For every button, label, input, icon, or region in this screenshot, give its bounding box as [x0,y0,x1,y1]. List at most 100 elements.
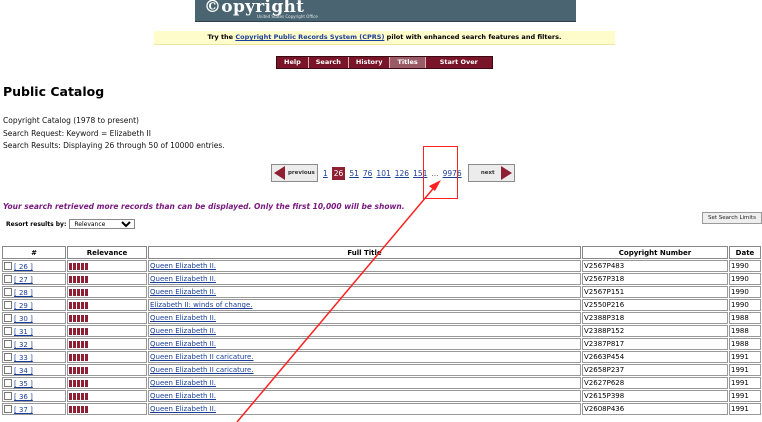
nav-history[interactable]: History [349,57,391,68]
row-title-link[interactable]: Queen Elizabeth II. [150,405,216,413]
row-checkbox[interactable] [4,300,12,309]
relevance-bars [69,262,88,270]
row-checkbox[interactable] [4,339,12,348]
table-row: [ 26 ] Queen Elizabeth II. V2567P483 1990 [2,260,761,272]
row-title-link[interactable]: Queen Elizabeth II. [150,340,216,348]
row-number-link[interactable]: [ 35 ] [14,380,33,388]
row-checkbox[interactable] [4,352,12,361]
row-number-link[interactable]: [ 36 ] [14,393,33,401]
row-title-link[interactable]: Queen Elizabeth II. [150,379,216,387]
row-copyright-number: V2567P151 [582,286,728,298]
page-link-1[interactable]: 1 [323,169,328,178]
page-link-current: 26 [331,166,346,180]
row-title-link[interactable]: Queen Elizabeth II. [150,327,216,335]
row-number-link[interactable]: [ 28 ] [14,289,33,297]
row-number-cell: [ 31 ] [2,325,66,337]
row-relevance [67,260,147,272]
relevance-bars [69,275,88,283]
row-number-link[interactable]: [ 30 ] [14,315,33,323]
row-title-link[interactable]: Queen Elizabeth II caricature. [150,366,254,374]
relevance-bars [69,314,88,322]
row-title-link[interactable]: Queen Elizabeth II caricature. [150,353,254,361]
row-title-cell: Queen Elizabeth II. [148,390,581,402]
row-copyright-number: V2615P398 [582,390,728,402]
table-row: [ 34 ] Queen Elizabeth II caricature. V265… [2,364,761,376]
row-title-cell: Queen Elizabeth II. [148,403,581,415]
row-copyright-number: V2387P817 [582,338,728,350]
previous-button[interactable]: previous [271,164,318,182]
relevance-bars [69,379,88,387]
page-link-101[interactable]: 101 [376,169,390,178]
row-number-link[interactable]: [ 32 ] [14,341,33,349]
nav-start-over[interactable]: Start Over [426,57,492,68]
row-relevance [67,325,147,337]
row-copyright-number: V2608P436 [582,403,728,415]
nav-search[interactable]: Search [309,57,349,68]
row-copyright-number: V2388P152 [582,325,728,337]
search-meta: Copyright Catalog (1978 to present) Sear… [3,115,225,153]
relevance-bars [69,353,88,361]
row-relevance [67,364,147,376]
row-date: 1990 [729,299,761,311]
table-row: [ 36 ] Queen Elizabeth II. V2615P398 1991 [2,390,761,402]
row-title-link[interactable]: Queen Elizabeth II. [150,288,216,296]
row-checkbox[interactable] [4,261,12,270]
row-title-link[interactable]: Queen Elizabeth II. [150,314,216,322]
next-button[interactable]: next [467,164,515,182]
main-nav: Help Search History Titles Start Over [276,56,493,69]
row-date: 1991 [729,351,761,363]
page-link-51[interactable]: 51 [349,169,359,178]
row-relevance [67,403,147,415]
row-checkbox[interactable] [4,365,12,374]
row-date: 1990 [729,260,761,272]
table-row: [ 32 ] Queen Elizabeth II. V2387P817 1988 [2,338,761,350]
row-title-cell: Queen Elizabeth II caricature. [148,364,581,376]
cprs-link[interactable]: Copyright Public Records System (CPRS) [235,33,384,41]
row-number-link[interactable]: [ 37 ] [14,406,33,414]
catalog-scope: Copyright Catalog (1978 to present) [3,116,139,125]
row-number-link[interactable]: [ 33 ] [14,354,33,362]
row-copyright-number: V2663P454 [582,351,728,363]
row-number-cell: [ 32 ] [2,338,66,350]
row-checkbox[interactable] [4,313,12,322]
resort-select[interactable]: Relevance [69,219,136,229]
page-link-76[interactable]: 76 [363,169,373,178]
search-request: Search Request: Keyword = Elizabeth II [3,128,151,138]
relevance-bars [69,301,88,309]
row-checkbox[interactable] [4,391,12,400]
row-title-link[interactable]: Queen Elizabeth II. [150,392,216,400]
row-copyright-number: V2567P318 [582,273,728,285]
set-search-limits-button[interactable]: Set Search Limits [702,212,762,224]
row-checkbox[interactable] [4,287,12,296]
row-title-link[interactable]: Queen Elizabeth II. [150,275,216,283]
col-header-full-title: Full Title [148,246,581,259]
row-date: 1991 [729,364,761,376]
resort-control: Resort results by: Relevance [6,219,136,229]
row-checkbox[interactable] [4,378,12,387]
row-checkbox[interactable] [4,404,12,413]
row-date: 1991 [729,377,761,389]
row-checkbox[interactable] [4,326,12,335]
nav-titles[interactable]: Titles [390,57,426,68]
row-title-link[interactable]: Elizabeth II: winds of change. [150,301,253,309]
row-number-link[interactable]: [ 26 ] [14,263,33,271]
page-link-126[interactable]: 126 [395,169,409,178]
row-date: 1990 [729,273,761,285]
copyright-office-banner: ©opyright United States Copyright Office [195,0,576,22]
row-title-cell: Queen Elizabeth II. [148,338,581,350]
nav-help[interactable]: Help [277,57,309,68]
col-header-date: Date [729,246,761,259]
table-row: [ 30 ] Queen Elizabeth II. V2388P318 1988 [2,312,761,324]
row-number-link[interactable]: [ 34 ] [14,367,33,375]
col-header-number: # [2,246,66,259]
row-number-link[interactable]: [ 27 ] [14,276,33,284]
search-results-summary: Search Results: Displaying 26 through 50… [3,141,225,150]
row-checkbox[interactable] [4,274,12,283]
row-number-link[interactable]: [ 29 ] [14,302,33,310]
row-relevance [67,312,147,324]
row-title-cell: Queen Elizabeth II. [148,377,581,389]
results-limit-notice: Your search retrieved more records than … [3,202,405,211]
row-title-link[interactable]: Queen Elizabeth II. [150,262,216,270]
row-number-link[interactable]: [ 31 ] [14,328,33,336]
row-number-cell: [ 33 ] [2,351,66,363]
